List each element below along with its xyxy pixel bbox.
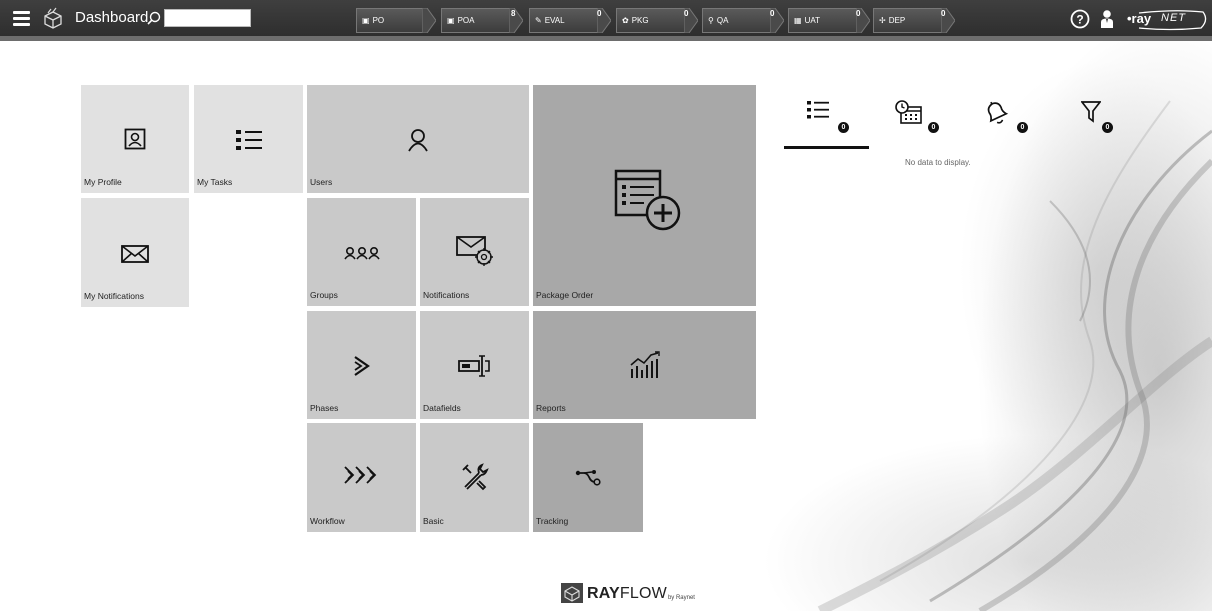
tab-alerts[interactable]: 0 <box>983 100 1028 133</box>
tile-phases[interactable]: Phases <box>307 311 416 419</box>
tab-tasks[interactable]: 0 <box>806 100 849 133</box>
svg-text:?: ? <box>1076 13 1083 27</box>
phase-eval[interactable]: ✎ EVAL 0 <box>529 8 611 33</box>
groups-icon <box>344 246 380 260</box>
tile-users[interactable]: Users <box>307 85 529 193</box>
phase-dep[interactable]: ✢ DEP 0 <box>873 8 955 33</box>
poa-icon: ▣ <box>447 16 455 25</box>
phase-label: DEP <box>888 16 906 25</box>
brand-prefix: •ray <box>1127 11 1152 26</box>
package-order-add-icon <box>614 169 681 231</box>
raynet-logo[interactable]: •ray NET <box>1125 8 1207 32</box>
qa-icon: ⚲ <box>708 16 714 25</box>
bell-icon <box>987 101 1009 124</box>
tile-label: My Tasks <box>197 177 233 187</box>
help-icon[interactable]: ? <box>1070 9 1090 29</box>
tile-basic[interactable]: Basic <box>420 423 529 532</box>
phase-qa[interactable]: ⚲ QA 0 <box>702 8 784 33</box>
phase-label: PKG <box>631 16 649 25</box>
tile-label: Package Order <box>536 290 594 300</box>
tile-label: Users <box>310 177 333 187</box>
phase-poa[interactable]: ▣ POA 8 <box>441 8 523 33</box>
tile-label: Reports <box>536 403 566 413</box>
tile-workflow[interactable]: Workflow <box>307 423 416 532</box>
tile-label: My Notifications <box>84 291 144 301</box>
phase-label: POA <box>457 16 475 25</box>
tab-count-badge: 0 <box>1017 122 1028 133</box>
eval-icon: ✎ <box>535 16 542 25</box>
phase-count: 0 <box>684 9 689 18</box>
phase-count: 8 <box>511 9 516 18</box>
tile-package-order[interactable]: Package Order <box>533 85 756 306</box>
phase-uat[interactable]: ▦ UAT 0 <box>788 8 870 33</box>
rayflow-footer-logo: RAYFLOW by Raynet <box>561 583 695 603</box>
footer-byline: by Raynet <box>667 595 695 601</box>
workflow-chevrons-icon <box>344 466 377 484</box>
rayflow-logo-icon[interactable] <box>41 7 65 31</box>
po-icon: ▣ <box>362 16 370 25</box>
task-list-icon <box>236 130 262 150</box>
phase-label: EVAL <box>544 16 565 25</box>
search-icon[interactable] <box>146 10 162 26</box>
tile-label: Datafields <box>423 403 461 413</box>
tile-label: Tracking <box>536 516 569 526</box>
tracking-route-icon <box>575 470 601 486</box>
phase-count: 0 <box>941 9 946 18</box>
tile-label: Phases <box>310 403 339 413</box>
pkg-icon: ✿ <box>622 16 629 25</box>
tile-reports[interactable]: Reports <box>533 311 756 419</box>
filter-icon <box>1080 101 1102 123</box>
envelope-settings-icon <box>456 236 493 266</box>
dep-icon: ✢ <box>879 16 886 25</box>
tab-filter[interactable]: 0 <box>1080 100 1113 133</box>
empty-state-text: No data to display. <box>905 158 971 167</box>
profile-icon <box>124 128 146 150</box>
footer-brand-bold: RAY <box>587 585 620 602</box>
tab-count-badge: 0 <box>838 122 849 133</box>
phase-pkg[interactable]: ✿ PKG 0 <box>616 8 698 33</box>
uat-icon: ▦ <box>794 16 802 25</box>
tools-icon <box>462 463 489 491</box>
tile-my-profile[interactable]: My Profile <box>81 85 189 193</box>
tile-datafields[interactable]: Datafields <box>420 311 529 419</box>
user-outline-icon <box>408 129 428 152</box>
tab-schedule[interactable]: 0 <box>895 100 939 133</box>
tile-label: My Profile <box>84 177 122 187</box>
footer-brand: RAYFLOW <box>587 585 667 603</box>
phase-label: QA <box>716 16 729 25</box>
tile-label: Basic <box>423 516 444 526</box>
tile-notifications[interactable]: Notifications <box>420 198 529 306</box>
phase-count: 0 <box>597 9 602 18</box>
brand-suffix: NET <box>1161 12 1186 24</box>
chevron-right-icon <box>354 356 370 376</box>
tab-count-badge: 0 <box>928 122 939 133</box>
tile-groups[interactable]: Groups <box>307 198 416 306</box>
tile-label: Groups <box>310 290 338 300</box>
tile-label: Notifications <box>423 290 470 300</box>
search-input[interactable] <box>164 9 251 27</box>
tile-label: Workflow <box>310 516 345 526</box>
user-icon[interactable] <box>1099 9 1115 29</box>
task-list-icon <box>807 101 829 119</box>
page-title: Dashboard <box>75 9 149 26</box>
footer-brand-thin: FLOW <box>619 585 667 602</box>
tile-my-tasks[interactable]: My Tasks <box>194 85 303 193</box>
calendar-clock-icon <box>895 100 922 124</box>
bar-chart-icon <box>630 351 660 378</box>
top-bar: Dashboard ▣ PO ▣ POA 8 ✎ EVAL 0 ✿ PKG 0 ⚲ QA … <box>0 0 1212 41</box>
active-tab-indicator <box>784 146 869 149</box>
tile-my-notifications[interactable]: My Notifications <box>81 198 189 307</box>
phase-label: UAT <box>804 16 820 25</box>
phase-label: PO <box>372 16 385 25</box>
tab-count-badge: 0 <box>1102 122 1113 133</box>
phase-count: 0 <box>770 9 775 18</box>
phase-po[interactable]: ▣ PO <box>356 8 436 33</box>
rayflow-logo-icon <box>561 583 583 603</box>
hamburger-menu-icon[interactable] <box>13 11 30 26</box>
phase-count: 0 <box>856 9 861 18</box>
tile-tracking[interactable]: Tracking <box>533 423 643 532</box>
datafield-icon <box>458 355 490 377</box>
envelope-icon <box>121 245 149 263</box>
